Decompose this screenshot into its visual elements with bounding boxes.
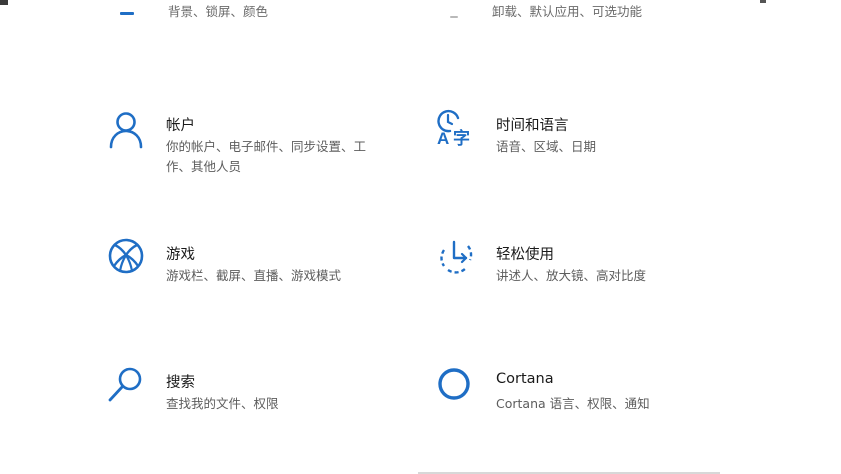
tile-description: 查找我的文件、权限 [166,396,279,411]
window-edge-mark [0,0,8,5]
tile-title: Cortana [496,371,554,387]
ease-of-access-icon [436,238,476,278]
tile-description: 讲述人、放大镜、高对比度 [496,268,647,283]
settings-tile-apps[interactable]: 卸载、默认应用、可选功能 [432,0,732,26]
tile-description: 你的帐户、电子邮件、同步设置、工作、其他人员 [166,139,367,174]
person-icon [106,109,146,149]
svg-text:字: 字 [453,128,470,148]
settings-tile-accounts[interactable]: 帐户 你的帐户、电子邮件、同步设置、工作、其他人员 [106,109,406,189]
personalization-icon [120,12,134,15]
window-edge-mark [760,0,766,3]
tile-title: 搜索 [166,375,195,391]
tile-title: 时间和语言 [496,118,569,134]
tile-title: 帐户 [166,118,195,134]
time-language-icon: A 字 [436,109,476,149]
tile-description: 语音、区域、日期 [496,139,597,154]
tile-description: 游戏栏、截屏、直播、游戏模式 [166,268,342,283]
settings-home: 背景、锁屏、颜色 卸载、默认应用、可选功能 帐户 你的帐户、电子邮件、同步设置、… [0,0,841,474]
search-icon [106,366,146,406]
tile-description: Cortana 语言、权限、通知 [496,396,650,411]
cortana-icon [436,366,476,406]
settings-tile-personalization[interactable]: 背景、锁屏、颜色 [108,0,408,26]
tile-title: 游戏 [166,247,195,263]
tile-description: 卸载、默认应用、可选功能 [492,4,643,19]
apps-icon [450,16,458,18]
tile-description: 背景、锁屏、颜色 [168,4,269,19]
settings-tile-gaming[interactable]: 游戏 游戏栏、截屏、直播、游戏模式 [106,238,406,318]
xbox-icon [106,238,146,278]
settings-tile-cortana[interactable]: Cortana Cortana 语言、权限、通知 [436,366,736,446]
svg-text:A: A [437,129,449,148]
tile-title: 轻松使用 [496,247,554,263]
settings-tile-ease-of-access[interactable]: 轻松使用 讲述人、放大镜、高对比度 [436,238,736,318]
settings-tile-time-language[interactable]: A 字 时间和语言 语音、区域、日期 [436,109,736,189]
settings-tile-search[interactable]: 搜索 查找我的文件、权限 [106,366,406,446]
